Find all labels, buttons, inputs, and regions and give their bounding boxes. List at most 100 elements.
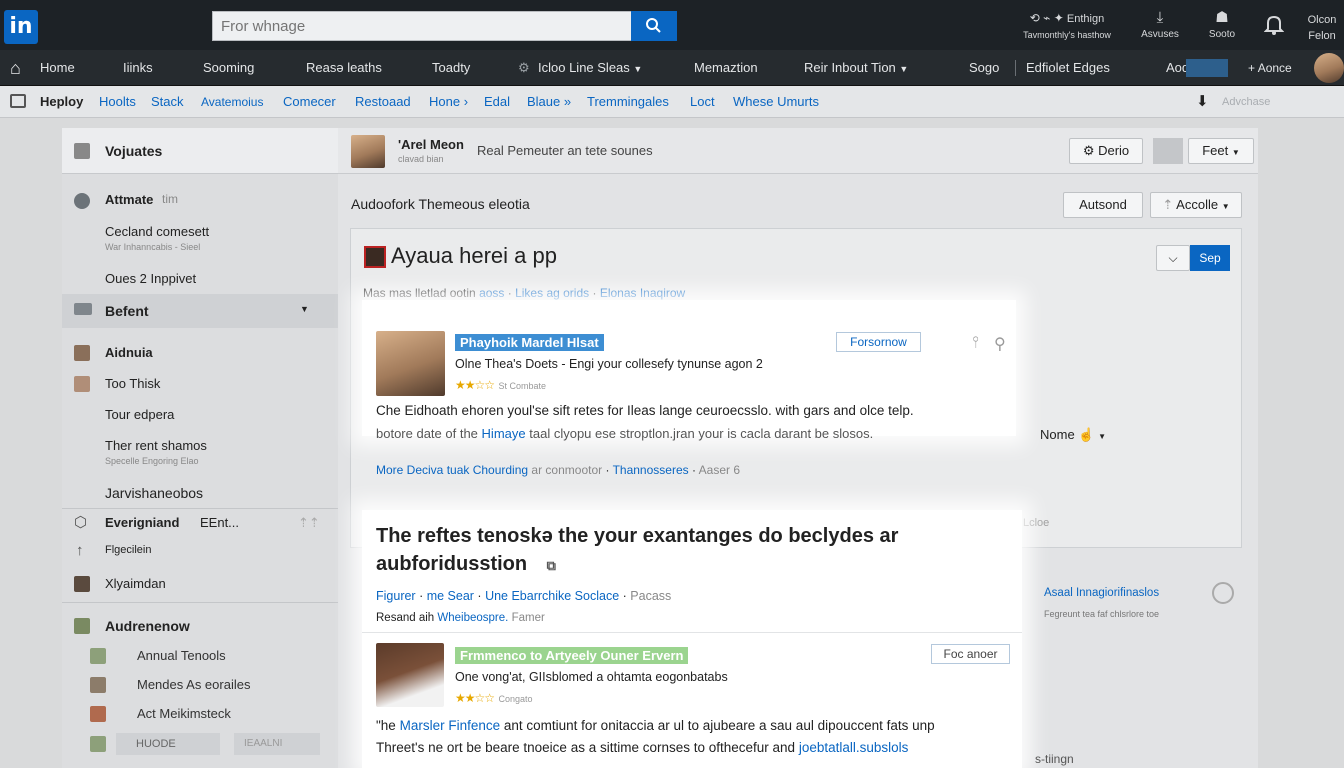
nav-item-memaztion[interactable]: Memaztion [694,50,758,86]
post-title[interactable]: Ayaua herei a pp [391,243,557,269]
top-item-language[interactable]: ⟲ ⌁ ✦ Enthign Tavmonthly's hasthow [1012,10,1122,43]
nav-item-sooming[interactable]: Sooming [203,50,254,86]
accolle-dropdown[interactable]: ⇡ Accolle ▼ [1150,192,1242,218]
nav-item-aonce[interactable]: + Aonce [1248,50,1292,86]
info-icon[interactable] [1212,582,1234,604]
card-body-link[interactable]: Marsler Finfence [400,718,501,733]
search-icon [646,18,661,33]
card-meta-link[interactable]: Wheibeospre. [437,612,508,624]
secondary-link-hone[interactable]: Hone › [429,86,468,118]
top-item-notifications[interactable] [1262,14,1286,41]
nav-item-icloo[interactable]: Icloo Line Sleas ▼ [538,50,642,86]
sidebar-item-label: Xlyaimdan [105,576,166,591]
secondary-link-tremmingales[interactable]: Tremmingales [587,86,669,118]
nav-item-icloo-label: Icloo Line Sleas [538,60,630,75]
post-footer-link[interactable]: More Deciva tuak Chourding [376,463,528,477]
nav-item-sogo[interactable]: Sogo [969,50,999,86]
top-item-people[interactable]: ☗ Sooto [1204,10,1240,43]
sidebar-item-label: Befent [105,303,149,319]
card-body-text: taal clyopu ese stroptlon.jran your is c… [529,426,874,441]
avatar-icon [74,376,90,392]
post-footer-link[interactable]: Thannosseres [613,463,689,477]
post-meta-link[interactable]: aoss [479,286,504,300]
search-input[interactable] [213,12,633,40]
external-link-icon[interactable]: ⧉ [547,558,556,573]
sep-button[interactable]: Sep [1190,245,1230,271]
card-meta-link[interactable]: me Sear [427,589,474,603]
composer-prompt[interactable]: Real Pemeuter an tete sounes [477,143,653,158]
card-meta-text: Resand aih [376,612,435,624]
nav-item-reir[interactable]: Reir Inbout Tion ▼ [804,50,908,86]
card-meta-link[interactable]: Figurer [376,589,416,603]
card-avatar[interactable] [376,331,445,396]
card-body-link[interactable]: joebtatlall.subslols [799,740,909,755]
pin-icon[interactable]: ⫯ [972,334,979,352]
secondary-link-comecer[interactable]: Comecer [283,86,336,118]
secondary-nav-title[interactable]: Heploy [40,86,83,118]
secondary-nav-right[interactable]: Advchase [1222,86,1270,118]
right-panel-link[interactable]: Asaal Innagiorifinaslos [1044,587,1159,599]
card-title-2[interactable]: aubforidusstion ⧉ [376,553,556,576]
card-meta-link[interactable]: Une Ebarrchike Soclace [485,589,619,603]
top-item-downloads-label: Asvuses [1141,29,1179,40]
secondary-link-hoolts[interactable]: Hoolts [99,86,136,118]
search-button[interactable] [631,11,677,41]
card-tag[interactable]: Forsornow [836,332,921,352]
nav-item-reasleaths[interactable]: Reasə leaths [306,50,382,86]
card-name[interactable]: Phayhoik Mardel Hlsat [455,334,604,352]
card-rating: ★★☆☆ St Combate [455,376,546,394]
card-name[interactable]: Frmmenco to Artyeely Ouner Ervern [455,647,689,665]
card-body-link[interactable]: Himaye [482,426,526,441]
sidebar-header: Vojuates [62,128,338,174]
secondary-link-edal[interactable]: Edal [484,86,510,118]
delete-button[interactable]: ⚙ Derio [1069,138,1143,164]
card-title[interactable]: The reftes tenoskə the your exantanges d… [376,525,898,548]
nav-item-reir-label: Reir Inbout Tion [804,60,896,75]
card-meta-text: Famer [511,612,545,624]
secondary-link-blaue[interactable]: Blaue » [527,86,571,118]
top-item-profile[interactable]: Olcon Felon [1300,12,1344,44]
secondary-link-avatemoius[interactable]: Avatemoius [201,86,263,118]
nav-item-edfiolet[interactable]: Edfiolet Edges [1026,50,1110,86]
sidebar-item-select2[interactable]: IEAALNI [234,733,320,755]
sidebar-divider [62,602,338,603]
card-avatar[interactable] [376,643,444,707]
sidebar-item-suffix: tim [162,192,178,206]
autsond-button[interactable]: Autsond [1063,192,1143,218]
top-item-downloads[interactable]: ⤓ Asvuses [1138,10,1182,43]
post-meta-link[interactable]: Elonas Inaqirow [600,286,685,300]
secondary-link-restoaad[interactable]: Restoaad [355,86,411,118]
job-card-1[interactable]: Phayhoik Mardel Hlsat Forsornow ⫯ ⚲ Olne… [362,300,1016,441]
home-icon[interactable]: ⌂ [10,50,21,86]
nav-item-home[interactable]: Home [40,50,75,86]
expand-button[interactable]: ⌵ [1156,245,1190,271]
card-divider [362,632,1022,633]
location-icon[interactable]: ⚲ [994,334,1006,354]
secondary-link-stack[interactable]: Stack [151,86,184,118]
sidebar-item-sub: War Inhanncabis - Sieel [105,242,201,252]
composer-avatar[interactable] [351,135,385,168]
user-icon[interactable] [1153,138,1183,164]
secondary-link-loct[interactable]: Loct [690,86,715,118]
post-meta-link[interactable]: Likes ag orids [515,286,589,300]
nav-item-toadty[interactable]: Toadty [432,50,470,86]
sidebar-item-befent[interactable]: Befent ▼ [62,294,338,328]
composer-name[interactable]: 'Arel Meon [398,137,464,152]
card-title-text: aubforidusstion [376,553,528,575]
nome-dropdown[interactable]: Nome ☝ ▼ [1040,427,1106,443]
linkedin-logo[interactable]: in [4,10,38,44]
sidebar-item-label: Ther rent shamos [105,438,207,453]
top-bar: in ⟲ ⌁ ✦ Enthign Tavmonthly's hasthow ⤓ … [0,0,1344,50]
sidebar-item-select[interactable]: HUODE [116,733,220,755]
nav-item-links[interactable]: Iiinks [123,50,153,86]
feet-dropdown[interactable]: Feet ▼ [1188,138,1254,164]
profile-avatar[interactable] [1314,53,1344,83]
arrow-down-icon[interactable]: ⬇ [1196,86,1209,118]
post-meta: Mas mas lletlad ootin aoss · Likes ag or… [363,286,686,300]
job-card-2[interactable]: The reftes tenoskə the your exantanges d… [362,510,1022,768]
sidebar-item-label: Tour edpera [105,407,175,422]
card-tag[interactable]: Foc anoer [931,644,1010,664]
sidebar-item-label: Act Meikimsteck [137,706,231,721]
secondary-link-whese[interactable]: Whese Umurts [733,86,819,118]
sidebar-item-suffix: EEnt... [200,515,240,530]
